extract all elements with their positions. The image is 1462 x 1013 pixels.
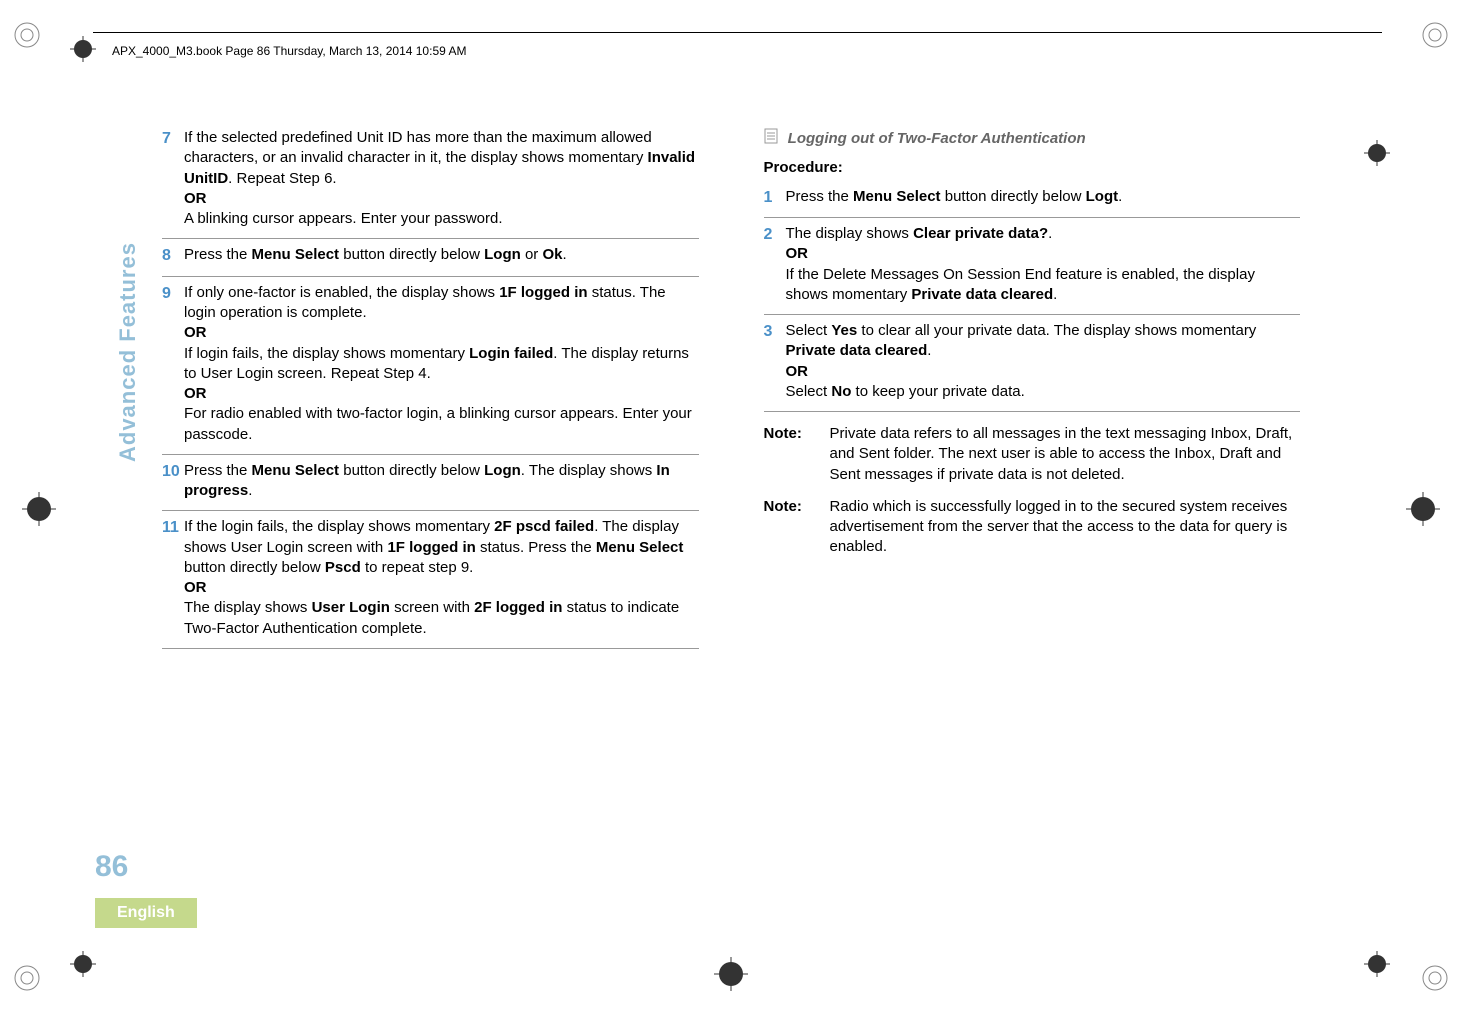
divider (764, 411, 1301, 412)
step-8: 8 Press the Menu Select button directly … (162, 245, 699, 270)
step-number: 11 (162, 517, 184, 639)
divider (162, 510, 699, 511)
divider (764, 314, 1301, 315)
note-2: Note: Radio which is successfully logged… (764, 497, 1301, 558)
step-body: Press the Menu Select button directly be… (184, 245, 699, 267)
crop-mark-tl (12, 20, 42, 50)
register-mark-br (1364, 951, 1390, 977)
note-label: Note: (764, 497, 812, 558)
step-body: If the selected predefined Unit ID has m… (184, 128, 699, 229)
left-column: 7 If the selected predefined Unit ID has… (162, 128, 699, 943)
note-label: Note: (764, 424, 812, 485)
step-body: The display shows Clear private data?. O… (786, 224, 1301, 305)
document-icon (764, 128, 778, 150)
divider (162, 648, 699, 649)
step-body: Press the Menu Select button directly be… (184, 461, 699, 502)
register-mark-ml (22, 492, 56, 526)
register-mark-bl (70, 951, 96, 977)
step-number: 9 (162, 283, 184, 445)
crop-mark-tr (1420, 20, 1450, 50)
step-2: 2 The display shows Clear private data?.… (764, 224, 1301, 308)
content: 7 If the selected predefined Unit ID has… (162, 128, 1300, 943)
crop-mark-br (1420, 963, 1450, 993)
section-heading: Logging out of Two-Factor Authentication (764, 128, 1301, 150)
step-body: If only one-factor is enabled, the displ… (184, 283, 699, 445)
right-column: Logging out of Two-Factor Authentication… (764, 128, 1301, 943)
header-rule (93, 32, 1382, 33)
sidebar-section-label: Advanced Features (115, 242, 141, 462)
step-1: 1 Press the Menu Select button directly … (764, 187, 1301, 212)
divider (764, 217, 1301, 218)
step-body: Select Yes to clear all your private dat… (786, 321, 1301, 402)
step-number: 10 (162, 461, 184, 502)
procedure-label: Procedure: (764, 158, 1301, 178)
divider (162, 276, 699, 277)
crop-mark-bl (12, 963, 42, 993)
step-10: 10 Press the Menu Select button directly… (162, 461, 699, 505)
running-header: APX_4000_M3.book Page 86 Thursday, March… (112, 44, 466, 58)
register-mark-tl (70, 36, 96, 62)
step-number: 7 (162, 128, 184, 229)
step-11: 11 If the login fails, the display shows… (162, 517, 699, 642)
register-mark-mr (1406, 492, 1440, 526)
divider (162, 238, 699, 239)
note-body: Radio which is successfully logged in to… (830, 497, 1301, 558)
page-number: 86 (95, 850, 128, 884)
step-body: If the login fails, the display shows mo… (184, 517, 699, 639)
note-body: Private data refers to all messages in t… (830, 424, 1301, 485)
register-mark-tr (1364, 140, 1390, 166)
step-number: 1 (764, 187, 786, 209)
step-number: 2 (764, 224, 786, 305)
step-number: 8 (162, 245, 184, 267)
step-body: Press the Menu Select button directly be… (786, 187, 1301, 209)
step-7: 7 If the selected predefined Unit ID has… (162, 128, 699, 232)
step-3: 3 Select Yes to clear all your private d… (764, 321, 1301, 405)
step-number: 3 (764, 321, 786, 402)
note-1: Note: Private data refers to all message… (764, 424, 1301, 485)
register-mark-bc (714, 957, 748, 991)
step-9: 9 If only one-factor is enabled, the dis… (162, 283, 699, 448)
divider (162, 454, 699, 455)
